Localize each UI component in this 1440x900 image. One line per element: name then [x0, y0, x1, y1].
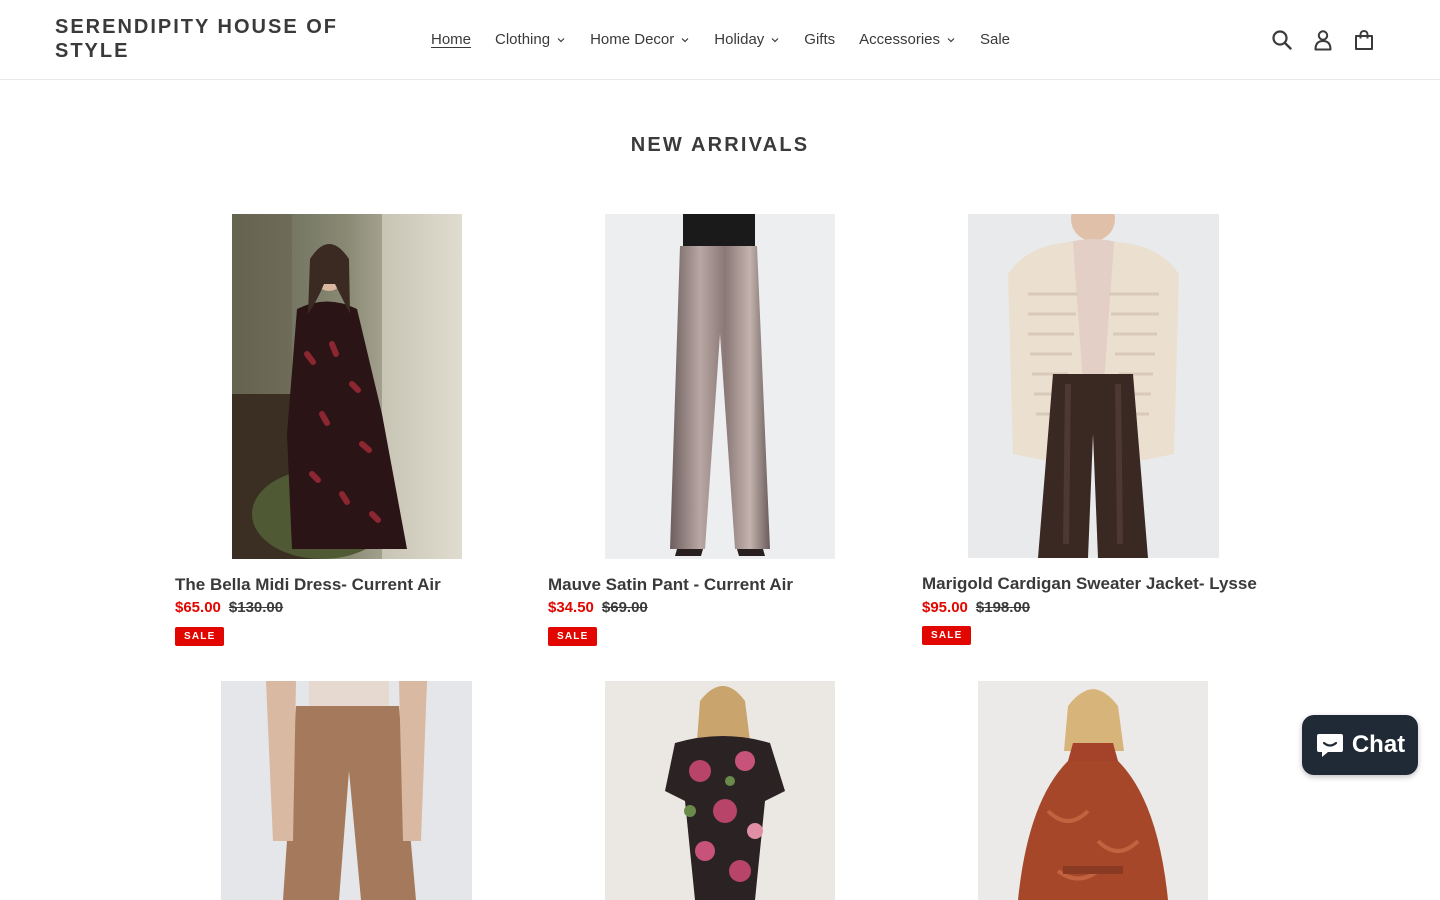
search-button[interactable]	[1268, 28, 1296, 52]
header-icons	[1268, 28, 1378, 52]
sale-price: $95.00	[922, 599, 968, 616]
product-image[interactable]	[978, 681, 1208, 900]
product-title[interactable]: The Bella Midi Dress- Current Air	[175, 575, 441, 595]
product-image[interactable]	[968, 214, 1219, 558]
store-logo[interactable]: SERENDIPITY HOUSE OF STYLE	[55, 15, 385, 63]
nav-item-gifts[interactable]: Gifts	[792, 31, 847, 48]
chat-bubble-icon	[1316, 734, 1343, 757]
product-image[interactable]	[221, 681, 472, 900]
sale-badge: SALE	[548, 627, 598, 646]
product-title[interactable]: Mauve Satin Pant - Current Air	[548, 575, 793, 595]
sale-badge: SALE	[175, 627, 225, 646]
nav-item-label: Home Decor	[590, 30, 675, 48]
nav-item-label: Holiday	[714, 30, 765, 48]
nav-item-label: Accessories	[859, 30, 940, 48]
nav-item-accessories[interactable]: Accessories	[847, 31, 968, 48]
chat-button[interactable]: Chat	[1302, 715, 1418, 775]
product-image[interactable]	[605, 214, 835, 559]
chevron-down-icon	[680, 35, 690, 45]
cart-button[interactable]	[1350, 28, 1378, 52]
chevron-down-icon	[556, 35, 566, 45]
main-nav: Home Clothing Home Decor Holiday Gifts A…	[419, 28, 1022, 50]
product-prices: $34.50 $69.00	[548, 599, 648, 616]
nav-item-label: Clothing	[495, 30, 551, 48]
nav-item-label: Gifts	[804, 30, 836, 48]
product-title[interactable]: Marigold Cardigan Sweater Jacket- Lysse	[922, 574, 1257, 594]
nav-item-label: Home	[431, 30, 472, 48]
regular-price: $69.00	[601, 599, 648, 616]
search-icon	[1272, 30, 1292, 50]
product-image[interactable]	[232, 214, 462, 559]
nav-item-label: Sale	[980, 30, 1011, 48]
account-icon	[1314, 30, 1332, 51]
product-image[interactable]	[605, 681, 835, 900]
chevron-down-icon	[770, 35, 780, 45]
nav-item-clothing[interactable]: Clothing	[483, 31, 578, 48]
site-header: SERENDIPITY HOUSE OF STYLE Home Clothing…	[0, 0, 1440, 80]
section-title: NEW ARRIVALS	[630, 134, 810, 156]
product-prices: $65.00 $130.00	[175, 599, 283, 616]
nav-item-holiday[interactable]: Holiday	[702, 31, 792, 48]
account-button[interactable]	[1309, 28, 1337, 52]
chevron-down-icon	[946, 35, 956, 45]
nav-item-home-decor[interactable]: Home Decor	[578, 31, 702, 48]
sale-price: $65.00	[175, 599, 221, 616]
product-prices: $95.00 $198.00	[922, 599, 1030, 616]
nav-item-sale[interactable]: Sale	[968, 31, 1022, 48]
sale-badge: SALE	[922, 626, 972, 645]
regular-price: $130.00	[228, 599, 284, 616]
cart-icon	[1355, 29, 1373, 50]
nav-item-home[interactable]: Home	[419, 31, 483, 48]
regular-price: $198.00	[975, 599, 1031, 616]
chat-label: Chat	[1351, 731, 1406, 758]
sale-price: $34.50	[548, 599, 594, 616]
